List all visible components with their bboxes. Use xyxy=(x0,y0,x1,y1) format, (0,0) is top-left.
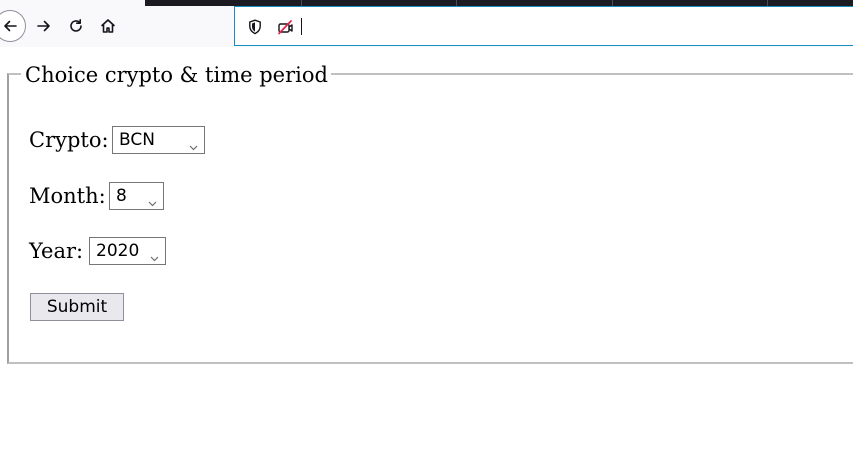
permissions-blocked-icon[interactable] xyxy=(277,19,293,39)
fieldset-legend: Choice crypto & time period xyxy=(21,62,331,88)
month-label: Month: xyxy=(29,184,106,208)
shield-icon[interactable] xyxy=(248,19,262,39)
back-arrow-icon xyxy=(2,18,18,34)
month-select[interactable]: 8 xyxy=(109,182,164,210)
forward-arrow-icon xyxy=(36,18,52,34)
year-select-value: 2020 xyxy=(96,241,140,261)
text-caret xyxy=(301,18,302,35)
crypto-label: Crypto: xyxy=(29,128,109,152)
chevron-down-icon xyxy=(148,192,157,212)
year-select[interactable]: 2020 xyxy=(89,237,166,265)
home-icon xyxy=(100,18,116,34)
reload-button[interactable] xyxy=(60,10,92,42)
back-button[interactable] xyxy=(0,10,26,42)
forward-button[interactable] xyxy=(28,10,60,42)
chevron-down-icon xyxy=(150,247,159,267)
url-bar[interactable] xyxy=(234,6,853,46)
url-input[interactable] xyxy=(305,15,845,39)
crypto-select[interactable]: BCN xyxy=(112,126,205,154)
browser-toolbar xyxy=(0,0,853,47)
home-button[interactable] xyxy=(92,10,124,42)
crypto-period-fieldset xyxy=(7,73,853,364)
reload-icon xyxy=(68,18,84,34)
chevron-down-icon xyxy=(189,136,198,156)
submit-button[interactable]: Submit xyxy=(30,293,124,321)
year-label: Year: xyxy=(29,239,84,263)
crypto-select-value: BCN xyxy=(119,130,155,150)
month-select-value: 8 xyxy=(116,186,127,206)
